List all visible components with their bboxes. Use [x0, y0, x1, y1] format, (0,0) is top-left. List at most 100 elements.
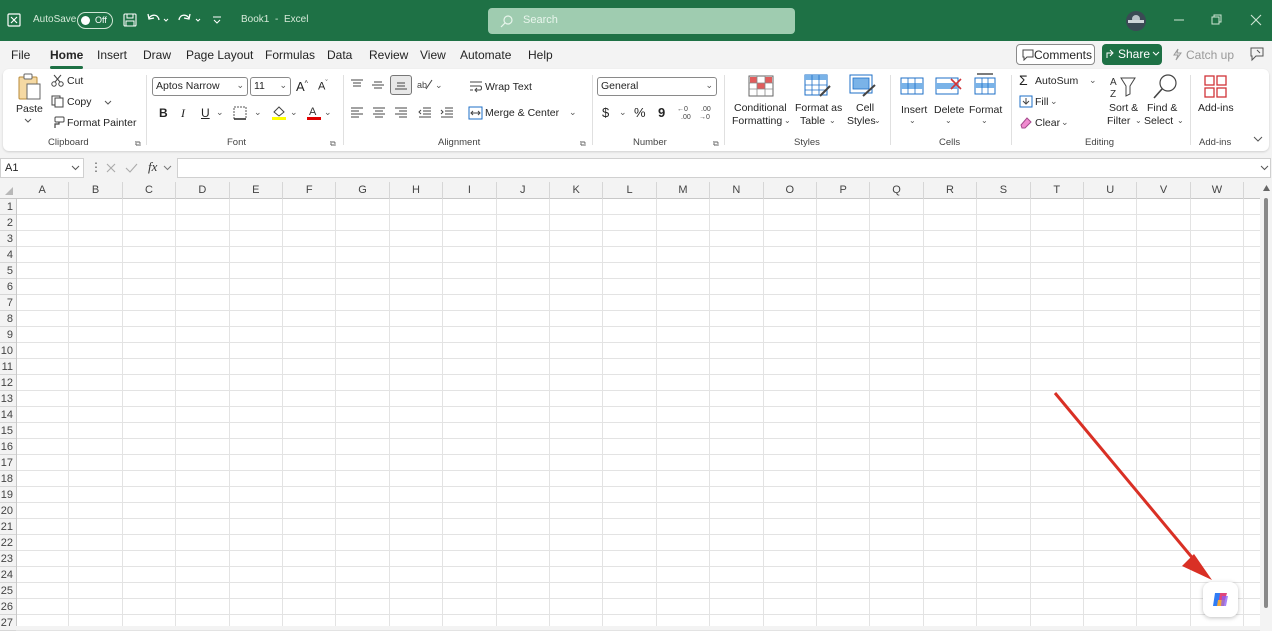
italic-button[interactable]: I — [181, 106, 185, 121]
column-header-g[interactable]: G — [336, 182, 390, 199]
delete-cells-label[interactable]: Delete — [934, 104, 964, 116]
insert-dropdown-icon[interactable]: ⌄ — [909, 116, 916, 125]
tab-help[interactable]: Help — [528, 48, 553, 62]
paste-dropdown-icon[interactable] — [24, 118, 32, 124]
copy-label[interactable]: Copy — [67, 96, 92, 108]
column-header-b[interactable]: B — [69, 182, 123, 199]
column-header-t[interactable]: T — [1031, 182, 1084, 199]
row-header-2[interactable]: 2 — [0, 215, 16, 231]
increase-decimal-icon[interactable]: ←0 .00 — [677, 104, 695, 120]
conditional-formatting-label-1[interactable]: Conditional — [734, 102, 787, 114]
align-top-icon[interactable] — [350, 79, 364, 91]
undo-icon[interactable] — [146, 12, 170, 28]
find-select-dropdown-icon[interactable]: ⌄ — [1177, 116, 1184, 125]
row-header-12[interactable]: 12 — [0, 375, 16, 391]
font-family-select[interactable]: Aptos Narrow ⌄ — [152, 77, 248, 96]
percent-button[interactable]: % — [634, 105, 646, 120]
insert-cells-icon[interactable] — [900, 75, 926, 97]
column-header-e[interactable]: E — [230, 182, 283, 199]
underline-button[interactable]: U — [201, 106, 210, 120]
minimize-icon[interactable] — [1173, 14, 1185, 26]
format-as-table-label-1[interactable]: Format as — [795, 102, 842, 114]
format-dropdown-icon[interactable]: ⌄ — [981, 116, 988, 125]
row-header-6[interactable]: 6 — [0, 279, 16, 295]
column-header-q[interactable]: Q — [870, 182, 924, 199]
save-icon[interactable] — [123, 13, 137, 27]
share-button[interactable]: Share — [1102, 44, 1162, 65]
cell-styles-label-1[interactable]: Cell — [856, 102, 874, 114]
row-header-22[interactable]: 22 — [0, 535, 16, 551]
add-ins-label[interactable]: Add-ins — [1198, 102, 1234, 114]
align-right-icon[interactable] — [394, 107, 408, 119]
row-header-13[interactable]: 13 — [0, 391, 16, 407]
number-format-select[interactable]: General ⌄ — [597, 77, 717, 96]
search-box[interactable]: Search — [488, 8, 795, 34]
bold-button[interactable]: B — [159, 106, 168, 120]
row-header-5[interactable]: 5 — [0, 263, 16, 279]
cell-styles-label-2[interactable]: Styles — [847, 115, 876, 127]
font-color-icon[interactable]: A — [306, 104, 322, 120]
alignment-launcher-icon[interactable]: ⧉ — [580, 139, 586, 149]
clear-label[interactable]: Clear — [1035, 117, 1060, 129]
wrap-text-label[interactable]: Wrap Text — [485, 81, 532, 93]
row-header-3[interactable]: 3 — [0, 231, 16, 247]
fill-icon[interactable] — [1019, 95, 1033, 108]
user-avatar[interactable] — [1125, 10, 1147, 32]
sort-filter-icon[interactable]: A Z — [1109, 74, 1137, 100]
column-header-a[interactable]: A — [16, 182, 70, 199]
row-header-27[interactable]: 27 — [0, 615, 16, 631]
cut-label[interactable]: Cut — [67, 75, 83, 87]
row-header-24[interactable]: 24 — [0, 567, 16, 583]
column-header-m[interactable]: M — [657, 182, 711, 199]
tab-formulas[interactable]: Formulas — [265, 48, 315, 62]
increase-indent-icon[interactable] — [440, 107, 454, 119]
paste-label[interactable]: Paste — [16, 103, 43, 115]
column-header-o[interactable]: O — [764, 182, 817, 199]
row-header-21[interactable]: 21 — [0, 519, 16, 535]
format-as-table-icon[interactable] — [804, 74, 832, 98]
orientation-icon[interactable]: ab — [417, 77, 433, 91]
select-all-icon[interactable] — [4, 186, 14, 196]
conditional-formatting-label-2[interactable]: Formatting — [732, 115, 782, 127]
sort-filter-dropdown-icon[interactable]: ⌄ — [1135, 116, 1142, 125]
column-header-h[interactable]: H — [390, 182, 444, 199]
tab-page-layout[interactable]: Page Layout — [186, 48, 253, 62]
catch-up-button[interactable]: Catch up — [1186, 48, 1234, 62]
copilot-button[interactable] — [1203, 582, 1238, 617]
scrollbar-thumb[interactable] — [1264, 198, 1268, 608]
enter-icon[interactable] — [125, 162, 138, 174]
find-select-icon[interactable] — [1151, 73, 1179, 101]
merge-center-icon[interactable] — [468, 106, 483, 120]
tab-draw[interactable]: Draw — [143, 48, 171, 62]
row-header-16[interactable]: 16 — [0, 439, 16, 455]
increase-font-size-icon[interactable]: A^ — [296, 79, 308, 94]
number-launcher-icon[interactable]: ⧉ — [713, 139, 719, 149]
name-box[interactable]: A1 — [0, 158, 84, 178]
vertical-scrollbar[interactable] — [1260, 182, 1272, 626]
more-options-icon[interactable]: ⋮ — [90, 160, 102, 174]
sort-filter-label-2[interactable]: Filter — [1107, 115, 1130, 127]
cut-icon[interactable] — [51, 74, 64, 87]
column-header-l[interactable]: L — [603, 182, 657, 199]
merge-dropdown-icon[interactable]: ⌄ — [569, 107, 577, 118]
cell-styles-dropdown-icon[interactable]: ⌄ — [874, 116, 881, 125]
row-header-8[interactable]: 8 — [0, 311, 16, 327]
fill-color-icon[interactable] — [271, 104, 287, 120]
currency-dropdown-icon[interactable]: ⌄ — [619, 107, 627, 118]
row-header-15[interactable]: 15 — [0, 423, 16, 439]
row-header-19[interactable]: 19 — [0, 487, 16, 503]
redo-icon[interactable] — [177, 12, 203, 28]
format-as-table-dropdown-icon[interactable]: ⌄ — [829, 116, 836, 125]
tab-home[interactable]: Home — [50, 48, 84, 69]
format-cells-label[interactable]: Format — [969, 104, 1002, 116]
wrap-text-icon[interactable] — [469, 80, 483, 93]
comments-button[interactable]: Comments — [1016, 44, 1095, 65]
tab-automate[interactable]: Automate — [460, 48, 511, 62]
column-header-r[interactable]: R — [924, 182, 978, 199]
autosum-dropdown-icon[interactable]: ⌄ — [1089, 75, 1097, 86]
paste-icon[interactable] — [16, 73, 42, 101]
borders-icon[interactable] — [233, 106, 247, 120]
restore-icon[interactable] — [1210, 14, 1222, 26]
format-cells-icon[interactable] — [973, 73, 999, 97]
delete-cells-icon[interactable] — [935, 75, 963, 97]
